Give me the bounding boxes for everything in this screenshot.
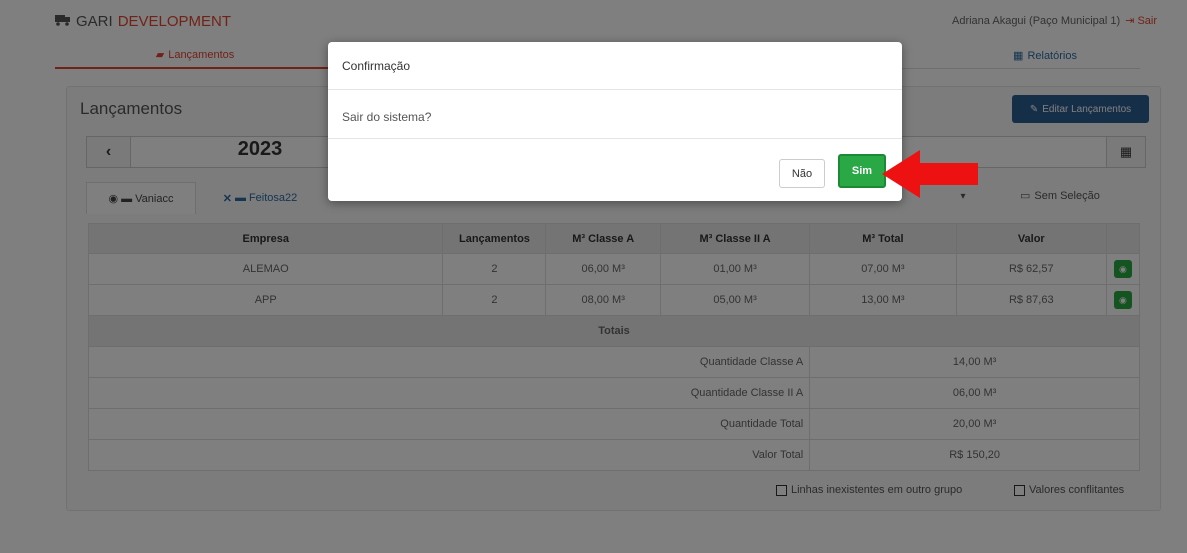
annotation-arrow-icon xyxy=(882,150,980,201)
dialog-title: Confirmação xyxy=(328,42,902,90)
yes-button[interactable]: Sim xyxy=(838,154,886,188)
dialog-divider xyxy=(328,138,902,139)
dialog-message: Sair do sistema? xyxy=(342,110,432,124)
confirmation-dialog: Confirmação Sair do sistema? Não Sim xyxy=(328,42,902,201)
no-button[interactable]: Não xyxy=(779,159,825,188)
